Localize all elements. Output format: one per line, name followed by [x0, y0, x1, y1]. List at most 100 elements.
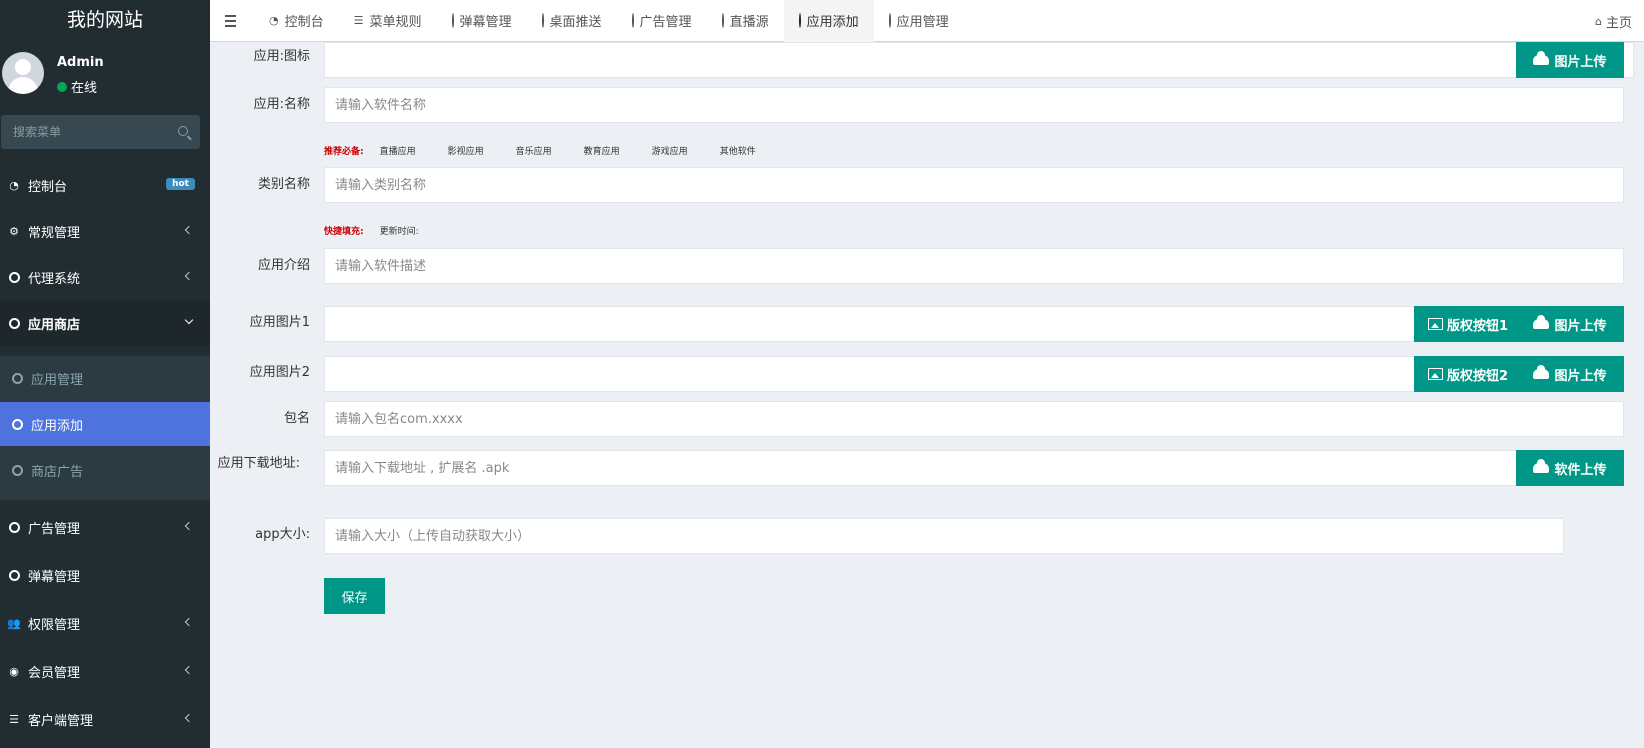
- sidebar-subitem-app-manage[interactable]: 应用管理: [0, 356, 210, 400]
- sidebar-item-label: 弹幕管理: [28, 569, 81, 585]
- upload-label: 软件上传: [1554, 462, 1607, 478]
- pic1-upload-button[interactable]: 图片上传: [1516, 306, 1624, 342]
- pic1-field[interactable]: [324, 306, 1534, 342]
- pic2-upload-button[interactable]: 图片上传: [1516, 356, 1624, 392]
- top-navbar: ◔ 控制台 ☰ 菜单规则 弹幕管理 桌面推送 广告管理 直播源 应用添加 应用管…: [210, 0, 1644, 42]
- tab-label: 控制台: [284, 15, 324, 30]
- tab-app-manage[interactable]: 应用管理: [874, 0, 964, 42]
- home-label: 主页: [1605, 15, 1632, 31]
- pic2-label: 应用图片2: [249, 365, 310, 380]
- app-add-form: 应用:图标 图片上传 应用:名称 推荐必备: 直播应用 影视应用 音乐应用 教育…: [210, 42, 1644, 748]
- sidebar-item-permissions[interactable]: 👥 权限管理: [0, 600, 210, 646]
- app-name-input[interactable]: [325, 88, 1623, 122]
- download-field[interactable]: [324, 450, 1534, 486]
- sidebar-item-label: 常规管理: [28, 225, 81, 241]
- user-circle-icon: ◉: [9, 664, 19, 678]
- download-input[interactable]: [325, 451, 1533, 485]
- site-logo[interactable]: 我的网站: [0, 0, 210, 40]
- sidebar-subitem-store-ads[interactable]: 商店广告: [0, 448, 210, 492]
- users-icon: 👥: [7, 616, 21, 630]
- sidebar-subitem-label: 应用添加: [31, 418, 84, 434]
- cloud-upload-icon: [1533, 365, 1550, 379]
- sidebar-item-label: 控制台: [28, 179, 68, 195]
- app-store-submenu: 应用管理 应用添加 商店广告: [0, 356, 210, 500]
- circle-icon: [8, 521, 20, 533]
- category-label: 类别名称: [257, 177, 310, 192]
- sidebar-item-agent[interactable]: 代理系统: [0, 254, 210, 300]
- cloud-upload-icon: [1533, 459, 1550, 473]
- search-input[interactable]: [1, 115, 200, 149]
- chevron-left-icon: [184, 521, 194, 531]
- app-icon-field[interactable]: [324, 42, 1634, 78]
- recommend-chip[interactable]: 影视应用: [448, 144, 484, 157]
- recommend-chip[interactable]: 音乐应用: [516, 144, 552, 157]
- quickfill-chip[interactable]: 更新时间:: [380, 224, 419, 237]
- chevron-down-icon: [184, 315, 194, 325]
- sidebar: 我的网站 Admin 在线 ◔ 控制台 hot ⚙ 常规管理 代理系统 应: [0, 0, 210, 748]
- circle-icon: [12, 418, 23, 430]
- category-input[interactable]: [325, 168, 1623, 202]
- tab-label: 弹幕管理: [459, 15, 512, 30]
- cloud-upload-icon: [1533, 51, 1550, 65]
- pic1-input[interactable]: [325, 307, 1533, 341]
- circle-icon: [631, 13, 634, 28]
- size-input[interactable]: [325, 519, 1563, 553]
- chevron-left-icon: [184, 665, 194, 675]
- dashboard-icon: ◔: [9, 178, 19, 192]
- app-icon-input[interactable]: [325, 43, 1633, 77]
- menu-toggle-icon[interactable]: [216, 0, 244, 42]
- tab-app-add[interactable]: 应用添加: [783, 0, 874, 42]
- dashboard-icon: ◔: [269, 14, 279, 27]
- pic2-field[interactable]: [324, 356, 1534, 392]
- home-link[interactable]: ⌂ 主页: [1595, 0, 1632, 42]
- pic2-input[interactable]: [325, 357, 1533, 391]
- recommend-chip[interactable]: 教育应用: [584, 144, 620, 157]
- tab-live-source[interactable]: 直播源: [707, 0, 784, 42]
- package-field[interactable]: [324, 401, 1624, 437]
- quickfill-label: 快捷填充:: [324, 227, 364, 237]
- recommend-chip[interactable]: 其他软件: [720, 144, 756, 157]
- sidebar-item-general[interactable]: ⚙ 常规管理: [0, 208, 210, 254]
- sidebar-item-clients[interactable]: ☰ 客户端管理: [0, 696, 210, 742]
- copyright-button-2[interactable]: 版权按钮2: [1414, 356, 1522, 392]
- home-icon: ⌂: [1595, 14, 1602, 28]
- save-button[interactable]: 保存: [324, 578, 385, 614]
- circle-icon: [721, 13, 724, 28]
- sidebar-subitem-app-add[interactable]: 应用添加: [0, 402, 210, 446]
- upload-label: 图片上传: [1554, 318, 1607, 334]
- avatar: [2, 52, 44, 94]
- chevron-left-icon: [184, 617, 194, 627]
- tab-label: 应用添加: [806, 15, 859, 30]
- circle-icon: [798, 13, 801, 28]
- sidebar-item-app-store[interactable]: 应用商店: [0, 300, 210, 346]
- copyright-button-1[interactable]: 版权按钮1: [1414, 306, 1522, 342]
- icon-upload-button[interactable]: 图片上传: [1516, 42, 1624, 78]
- tab-menu-rules[interactable]: ☰ 菜单规则: [339, 0, 437, 42]
- sidebar-item-members[interactable]: ◉ 会员管理: [0, 648, 210, 694]
- sidebar-item-dashboard[interactable]: ◔ 控制台 hot: [0, 162, 210, 208]
- tab-dashboard[interactable]: ◔ 控制台: [254, 0, 339, 42]
- sidebar-item-danmaku[interactable]: 弹幕管理: [0, 552, 210, 598]
- tab-danmaku[interactable]: 弹幕管理: [437, 0, 527, 42]
- software-upload-button[interactable]: 软件上传: [1516, 450, 1624, 486]
- recommend-chip[interactable]: 游戏应用: [652, 144, 688, 157]
- tab-ads[interactable]: 广告管理: [617, 0, 707, 42]
- search-icon[interactable]: [178, 126, 188, 136]
- sidebar-item-ads[interactable]: 广告管理: [0, 504, 210, 550]
- intro-input[interactable]: [325, 249, 1623, 283]
- upload-label: 图片上传: [1554, 54, 1607, 70]
- app-name-field[interactable]: [324, 87, 1624, 123]
- recommend-chip[interactable]: 直播应用: [380, 144, 416, 157]
- package-input[interactable]: [325, 402, 1623, 436]
- size-field[interactable]: [324, 518, 1564, 554]
- sidebar-item-label: 权限管理: [28, 617, 81, 633]
- intro-field[interactable]: [324, 248, 1624, 284]
- circle-icon: [888, 13, 891, 28]
- tab-label: 应用管理: [896, 15, 949, 30]
- download-label: 应用下载地址:: [217, 456, 300, 471]
- chevron-left-icon: [184, 225, 194, 235]
- package-label: 包名: [283, 411, 310, 426]
- tab-desktop-push[interactable]: 桌面推送: [527, 0, 617, 42]
- category-field[interactable]: [324, 167, 1624, 203]
- copyright-label: 版权按钮1: [1446, 318, 1509, 334]
